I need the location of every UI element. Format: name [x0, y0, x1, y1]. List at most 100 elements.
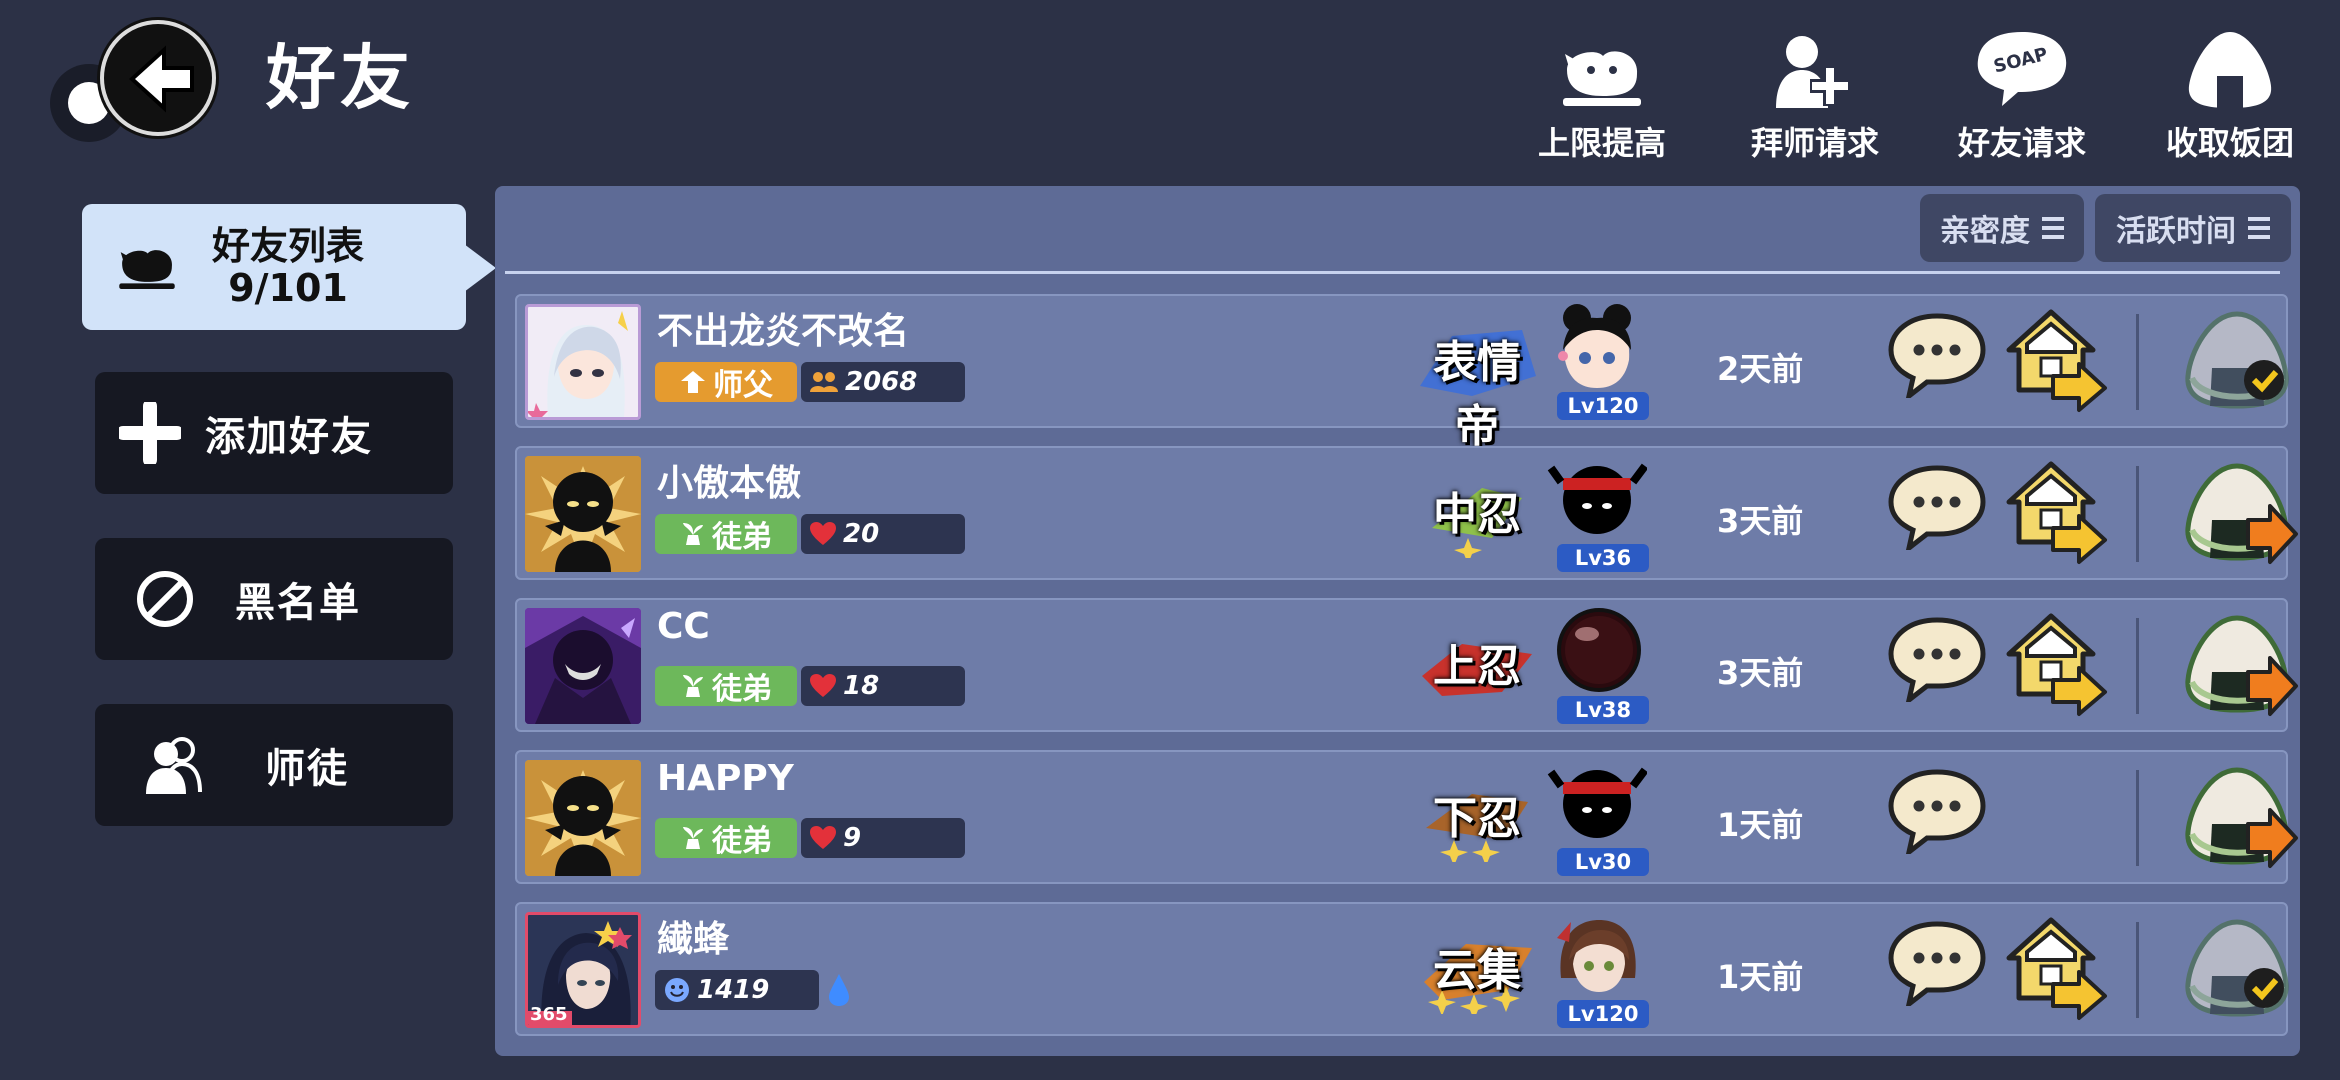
home-icon	[2001, 912, 2111, 1022]
friend-row[interactable]: HAPPY 徒弟 9 下忍 Lv30 1天前	[515, 750, 2298, 884]
home-icon	[2001, 304, 2111, 414]
rank-title: 下忍	[1433, 793, 1521, 844]
visit-home-button[interactable]	[2001, 304, 2111, 414]
rank-emblem: 表情帝	[1412, 316, 1542, 452]
friend-list-tab[interactable]: 好友列表 9/101	[82, 204, 496, 330]
character-avatar	[1547, 756, 1647, 846]
friend-row[interactable]: 365 繊蜂 1419 云集 Lv120 1天前	[515, 902, 2288, 1036]
chat-icon	[1887, 766, 1987, 854]
visit-home-button[interactable]	[2001, 608, 2111, 718]
rice-ball-collected-icon	[2172, 914, 2302, 1024]
send-rice-ball-icon	[2172, 610, 2298, 716]
home-icon	[2001, 456, 2111, 566]
character-avatar	[1547, 604, 1647, 694]
hat-icon	[681, 371, 705, 393]
last-active-time: 2天前	[1717, 350, 1804, 388]
sort-active-time-label: 活跃时间	[2116, 214, 2236, 249]
last-active-time: 1天前	[1717, 958, 1804, 996]
level-badge: Lv120	[1557, 392, 1649, 420]
friend-avatar[interactable]	[525, 304, 641, 420]
raise-limit-label: 上限提高	[1537, 124, 1666, 162]
chat-button[interactable]	[1887, 462, 1987, 550]
blacklist-button[interactable]: 黑名单	[95, 538, 453, 660]
character-avatar	[1547, 300, 1647, 390]
friend-row[interactable]: CC 徒弟 18 上忍 Lv38 3天前	[515, 598, 2298, 732]
friend-row[interactable]: 小傲本傲 徒弟 20 中忍 Lv36 3天前	[515, 446, 2298, 580]
level-badge: Lv36	[1557, 544, 1649, 572]
friend-list-label: 好友列表	[212, 224, 365, 268]
stat-value: 9	[843, 823, 862, 853]
friend-name: CC	[657, 606, 710, 647]
rice-ball-button[interactable]	[2172, 610, 2302, 720]
role-label: 师父	[713, 368, 773, 403]
chat-icon	[1887, 614, 1987, 702]
level-badge: Lv38	[1557, 696, 1649, 724]
stat-box: 18	[801, 666, 965, 706]
chat-button[interactable]	[1887, 766, 1987, 854]
visit-home-button[interactable]	[2001, 456, 2111, 566]
rice-ball-icon	[2188, 32, 2272, 108]
role-label: 徒弟	[712, 824, 772, 859]
rank-title: 表情帝	[1433, 337, 1521, 452]
friend-avatar[interactable]	[525, 608, 641, 724]
row-divider	[2136, 466, 2139, 562]
stat-box: 20	[801, 514, 965, 554]
add-person-icon	[1776, 36, 1850, 108]
mentor-icon	[146, 737, 202, 794]
stat-box: 1419	[655, 970, 819, 1010]
sort-intimacy-button[interactable]: 亲密度	[1920, 194, 2084, 262]
home-icon	[2001, 608, 2111, 718]
chat-button[interactable]	[1887, 918, 1987, 1006]
rank-emblem: 中忍	[1412, 468, 1542, 558]
rice-ball-button[interactable]	[2172, 914, 2302, 1024]
raise-limit-button[interactable]: 上限提高	[1502, 28, 1702, 162]
stat-value: 18	[843, 671, 880, 701]
visit-home-button[interactable]	[2001, 912, 2111, 1022]
add-friend-button[interactable]: 添加好友	[95, 372, 453, 494]
friend-row[interactable]: 不出龙炎不改名 师父 2068 表情帝 Lv120 2天前	[515, 294, 2288, 452]
sort-active-time-button[interactable]: 活跃时间	[2095, 194, 2291, 262]
row-divider	[2136, 770, 2139, 866]
send-rice-ball-icon	[2172, 762, 2298, 868]
plus-icon	[119, 402, 181, 464]
sprout-icon	[683, 827, 703, 849]
rice-ball-button[interactable]	[2172, 762, 2302, 872]
last-active-time: 3天前	[1717, 654, 1804, 692]
stat-value: 1419	[697, 975, 770, 1005]
apprentice-request-button[interactable]: 拜师请求	[1715, 28, 1915, 162]
rice-ball-button[interactable]	[2172, 306, 2302, 416]
rank-emblem: 下忍	[1412, 772, 1542, 862]
heart-icon	[810, 674, 836, 697]
heart-icon	[810, 522, 836, 545]
mentor-button[interactable]: 师徒	[95, 704, 453, 826]
master-badge: 师父	[655, 362, 797, 403]
soap-speech-icon: SOAP	[1977, 32, 2067, 106]
chat-button[interactable]	[1887, 614, 1987, 702]
stat-box: 2068	[801, 362, 965, 402]
pet-icon	[119, 250, 175, 290]
row-divider	[2136, 618, 2139, 714]
sprout-icon	[683, 523, 703, 545]
rank-title: 云集	[1433, 945, 1521, 996]
friend-name: 小傲本傲	[657, 463, 802, 504]
page-title: 好友	[266, 37, 414, 119]
level-badge: Lv120	[1557, 1000, 1649, 1028]
chat-icon	[1887, 310, 1987, 398]
friend-name: 不出龙炎不改名	[657, 311, 910, 352]
collect-rice-button[interactable]: 收取饭团	[2130, 28, 2330, 162]
friend-request-button[interactable]: SOAP 好友请求	[1922, 28, 2122, 162]
back-button[interactable]	[50, 14, 220, 144]
apprentice-request-label: 拜师请求	[1750, 124, 1879, 162]
chat-button[interactable]	[1887, 310, 1987, 398]
friend-avatar[interactable]	[525, 456, 641, 572]
friend-avatar[interactable]: 365	[525, 912, 641, 1028]
friend-name: 繊蜂	[657, 919, 730, 960]
stat-value: 2068	[845, 367, 918, 397]
add-friend-label: 添加好友	[205, 414, 373, 460]
friend-avatar[interactable]	[525, 760, 641, 876]
rice-ball-button[interactable]	[2172, 458, 2302, 568]
sprout-icon	[683, 675, 703, 697]
mentor-label: 师徒	[265, 746, 349, 792]
stat-value: 20	[843, 519, 880, 549]
rice-ball-collected-icon	[2172, 306, 2302, 416]
